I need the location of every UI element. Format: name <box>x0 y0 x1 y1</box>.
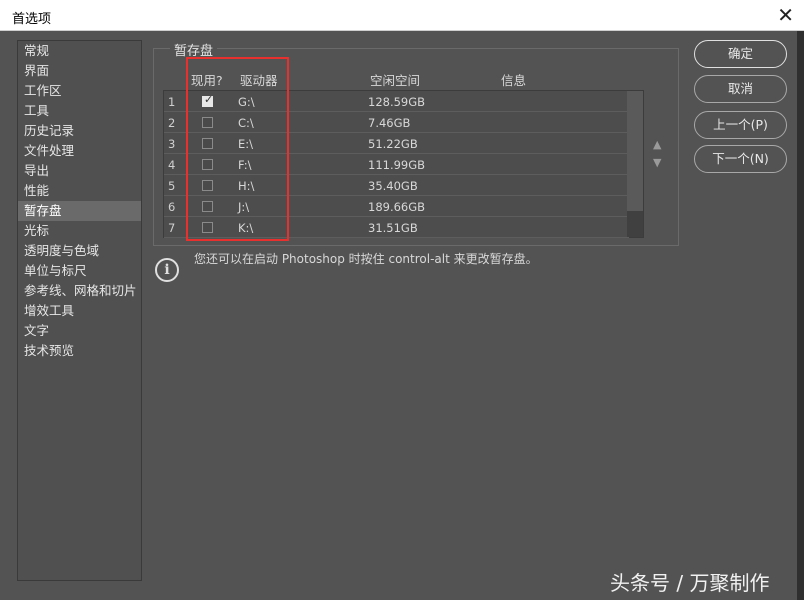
background-window-edge <box>797 31 804 600</box>
sidebar-item-units-rulers[interactable]: 单位与标尺 <box>18 261 141 281</box>
sidebar-item-scratch-disks[interactable]: 暂存盘 <box>18 201 141 221</box>
sidebar-item-history[interactable]: 历史记录 <box>18 121 141 141</box>
sidebar-item-cursors[interactable]: 光标 <box>18 221 141 241</box>
sidebar-item-tech-previews[interactable]: 技术预览 <box>18 341 141 361</box>
sidebar-item-export[interactable]: 导出 <box>18 161 141 181</box>
free-space: 7.46GB <box>368 116 411 130</box>
free-space: 51.22GB <box>368 137 418 151</box>
table-scrollbar[interactable] <box>627 91 643 237</box>
column-header-info: 信息 <box>501 73 527 88</box>
cancel-button[interactable]: 取消 <box>694 75 787 103</box>
window-title: 首选项 <box>12 12 52 27</box>
move-down-arrow-icon[interactable]: ▼ <box>653 156 661 169</box>
row-number: 7 <box>168 221 176 235</box>
row-number: 4 <box>168 158 176 172</box>
close-icon[interactable]: ✕ <box>777 3 794 27</box>
next-button[interactable]: 下一个(N) <box>694 145 787 173</box>
row-number: 1 <box>168 95 176 109</box>
info-message: 您还可以在启动 Photoshop 时按住 control-alt 来更改暂存盘… <box>194 252 538 266</box>
row-number: 2 <box>168 116 176 130</box>
free-space: 35.40GB <box>368 179 418 193</box>
sidebar-item-type[interactable]: 文字 <box>18 321 141 341</box>
sidebar: 常规 界面 工作区 工具 历史记录 文件处理 导出 性能 暂存盘 光标 透明度与… <box>17 40 142 581</box>
sidebar-item-tools[interactable]: 工具 <box>18 101 141 121</box>
sidebar-item-transparency[interactable]: 透明度与色域 <box>18 241 141 261</box>
free-space: 128.59GB <box>368 95 426 109</box>
sidebar-item-plugins[interactable]: 增效工具 <box>18 301 141 321</box>
column-header-free-space: 空闲空间 <box>370 73 421 88</box>
free-space: 189.66GB <box>368 200 426 214</box>
row-number: 6 <box>168 200 176 214</box>
sidebar-item-file-handling[interactable]: 文件处理 <box>18 141 141 161</box>
free-space: 31.51GB <box>368 221 418 235</box>
row-number: 3 <box>168 137 176 151</box>
sidebar-item-general[interactable]: 常规 <box>18 41 141 61</box>
sidebar-item-performance[interactable]: 性能 <box>18 181 141 201</box>
watermark-text: 头条号 / 万聚制作 <box>610 571 770 595</box>
title-bar: 首选项 ✕ <box>0 0 804 31</box>
move-up-arrow-icon[interactable]: ▲ <box>653 138 661 151</box>
ok-button[interactable]: 确定 <box>694 40 787 68</box>
free-space: 111.99GB <box>368 158 426 172</box>
sidebar-item-guides-grid[interactable]: 参考线、网格和切片 <box>18 281 141 301</box>
row-number: 5 <box>168 179 176 193</box>
sidebar-item-workspace[interactable]: 工作区 <box>18 81 141 101</box>
previous-button[interactable]: 上一个(P) <box>694 111 787 139</box>
sidebar-item-interface[interactable]: 界面 <box>18 61 141 81</box>
info-icon: i <box>155 258 179 282</box>
annotation-highlight-box <box>186 57 289 241</box>
